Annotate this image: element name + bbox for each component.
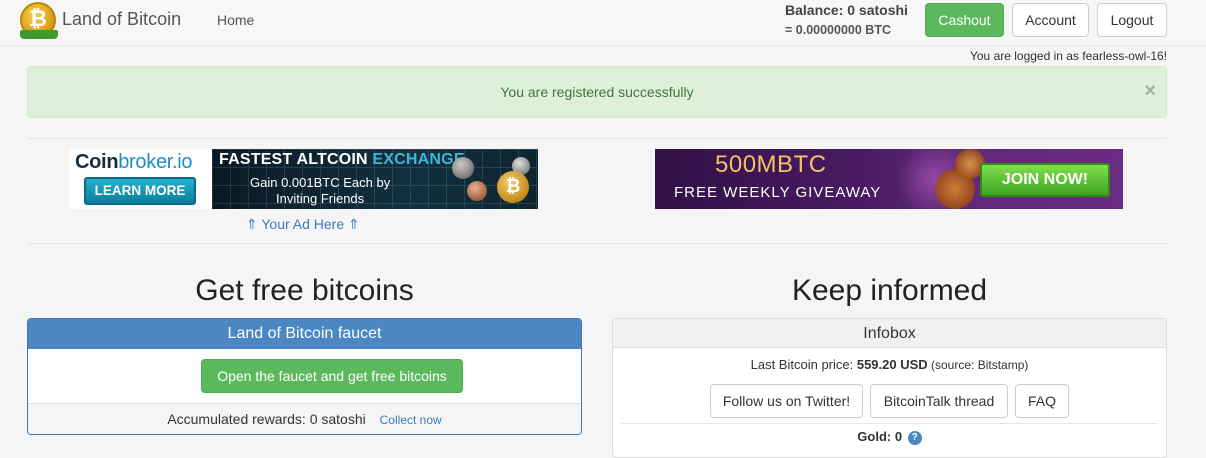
gold-line: Gold: 0 ?	[613, 429, 1166, 445]
your-ad-here-link[interactable]: ⇑ Your Ad Here ⇑	[246, 216, 360, 233]
alert-message: You are registered successfully	[500, 84, 694, 100]
coinbroker-ad-right: FASTEST ALTCOIN EXCHANGE Gain 0.001BTC E…	[212, 149, 538, 209]
open-faucet-button[interactable]: Open the faucet and get free bitcoins	[201, 359, 463, 393]
join-now-button[interactable]: JOIN NOW!	[980, 163, 1110, 197]
gain-line1: Gain 0.001BTC Each by	[250, 175, 391, 190]
top-navbar: ₿ Land of Bitcoin Home Balance: 0 satosh…	[0, 0, 1206, 46]
logo-grass-decoration	[20, 30, 58, 39]
coinbroker-headline: FASTEST ALTCOIN EXCHANGE	[219, 151, 465, 169]
copper-coin-icon	[467, 181, 487, 201]
collect-now-link[interactable]: Collect now	[380, 413, 442, 427]
coinbroker-ad-left: Coinbroker.io LEARN MORE	[70, 149, 212, 209]
giveaway-subtitle: FREE WEEKLY GIVEAWAY	[674, 184, 882, 201]
price-source: (source: Bitstamp)	[927, 358, 1029, 372]
divider	[27, 243, 1167, 244]
logged-in-status: You are logged in as fearless-owl-16!	[969, 49, 1167, 63]
giveaway-title: 500MBTC	[715, 151, 827, 178]
registration-success-alert: You are registered successfully ×	[27, 66, 1167, 118]
balance-btc: = 0.00000000 BTC	[785, 23, 891, 37]
balance-btc-value: 0.00000000	[795, 23, 862, 37]
accumulated-rewards-text: Accumulated rewards: 0 satoshi	[167, 411, 366, 427]
coinbroker-logo-text: Coinbroker.io	[75, 151, 193, 174]
coinbroker-name-part1: Coin	[75, 151, 119, 173]
headline-part1: FASTEST ALTCOIN	[219, 151, 373, 168]
gold-text: Gold: 0	[857, 429, 903, 444]
logout-button[interactable]: Logout	[1097, 3, 1167, 37]
account-button[interactable]: Account	[1012, 3, 1089, 37]
close-icon[interactable]: ×	[1144, 67, 1156, 115]
gain-line2: Inviting Friends	[276, 191, 365, 206]
headline-part2: EXCHANGE	[372, 151, 465, 168]
learn-more-button[interactable]: LEARN MORE	[84, 177, 196, 205]
bitcointalk-thread-button[interactable]: BitcoinTalk thread	[870, 384, 1008, 418]
faucet-panel-title: Land of Bitcoin faucet	[28, 319, 581, 349]
get-free-bitcoins-heading: Get free bitcoins	[195, 274, 414, 307]
rewards-footer: Accumulated rewards: 0 satoshi Collect n…	[28, 403, 581, 434]
coinbroker-name-part2: broker.io	[118, 151, 193, 173]
price-label: Last Bitcoin price:	[750, 357, 857, 372]
coinbroker-subtext: Gain 0.001BTC Each by Inviting Friends	[250, 175, 390, 207]
keep-informed-heading: Keep informed	[791, 274, 988, 307]
follow-twitter-button[interactable]: Follow us on Twitter!	[710, 384, 863, 418]
faq-button[interactable]: FAQ	[1015, 384, 1069, 418]
bitcoin-coin-icon: ₿	[497, 171, 529, 203]
coinbroker-ad-banner[interactable]: Coinbroker.io LEARN MORE FASTEST ALTCOIN…	[70, 149, 538, 209]
nav-home-link[interactable]: Home	[217, 12, 254, 28]
balance-btc-prefix: =	[785, 23, 796, 37]
faucet-panel: Land of Bitcoin faucet Open the faucet a…	[27, 318, 582, 435]
infobox-panel-title: Infobox	[613, 319, 1166, 348]
litecoin-icon	[452, 157, 474, 179]
bitcoin-price-line: Last Bitcoin price: 559.20 USD (source: …	[613, 357, 1166, 372]
giveaway-ad-banner[interactable]: 500MBTC FREE WEEKLY GIVEAWAY JOIN NOW!	[655, 149, 1123, 209]
divider	[27, 138, 1167, 139]
infobox-panel: Infobox Last Bitcoin price: 559.20 USD (…	[612, 318, 1167, 458]
cashout-button[interactable]: Cashout	[925, 3, 1004, 37]
balance-btc-unit: BTC	[861, 23, 891, 37]
brand-name[interactable]: Land of Bitcoin	[62, 9, 181, 30]
divider	[621, 423, 1158, 424]
help-icon[interactable]: ?	[907, 431, 922, 445]
balance-satoshi: Balance: 0 satoshi	[785, 2, 908, 18]
price-value: 559.20 USD	[856, 357, 928, 372]
